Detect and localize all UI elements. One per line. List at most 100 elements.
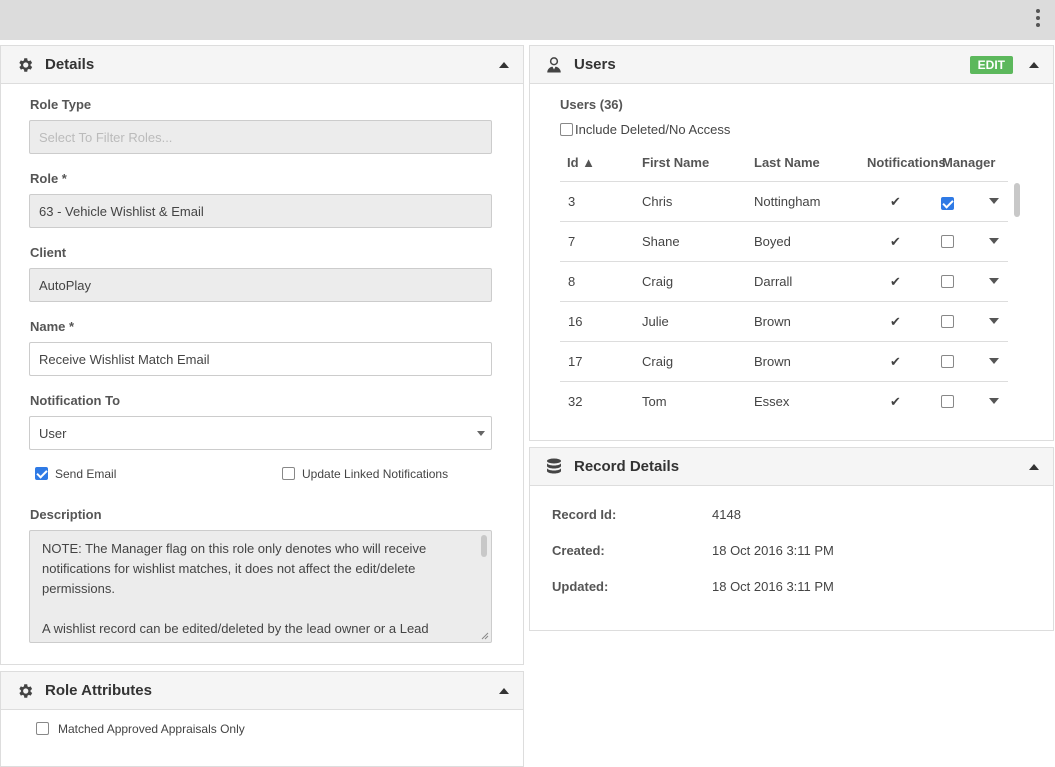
table-row[interactable]: 8 Craig Darrall ✔ xyxy=(560,261,1008,301)
user-first-name-cell: Craig xyxy=(642,354,674,369)
update-linked-checkbox[interactable] xyxy=(282,467,295,480)
user-id-cell: 16 xyxy=(568,314,583,329)
table-row[interactable]: 32 Tom Essex ✔ xyxy=(560,381,1008,410)
manager-checkbox[interactable] xyxy=(941,235,954,248)
details-panel-header[interactable]: Details xyxy=(1,46,523,84)
description-textarea[interactable]: NOTE: The Manager flag on this role only… xyxy=(29,530,492,643)
include-deleted-checkbox[interactable] xyxy=(560,123,573,136)
users-title: Users xyxy=(574,56,616,73)
notification-to-label: Notification To xyxy=(30,393,121,408)
user-last-name-cell: Nottingham xyxy=(754,194,821,209)
manager-checkbox[interactable] xyxy=(941,395,954,408)
scrollbar[interactable] xyxy=(1014,183,1020,217)
role-type-label: Role Type xyxy=(30,97,92,112)
user-id-cell: 3 xyxy=(568,194,576,209)
created-label: Created: xyxy=(552,543,605,558)
table-row[interactable]: 7 Shane Boyed ✔ xyxy=(560,221,1008,261)
user-id-cell: 17 xyxy=(568,354,583,369)
chevron-down-icon[interactable] xyxy=(989,318,999,324)
chevron-down-icon[interactable] xyxy=(989,358,999,364)
table-row[interactable]: 16 Julie Brown ✔ xyxy=(560,301,1008,341)
column-header-manager[interactable]: Manager xyxy=(942,155,995,170)
edit-button[interactable]: EDIT xyxy=(969,56,1013,74)
description-paragraph: NOTE: The Manager flag on this role only… xyxy=(42,541,427,596)
checkmark-icon: ✔ xyxy=(890,354,901,369)
checkmark-icon: ✔ xyxy=(890,394,901,409)
chevron-down-icon xyxy=(477,431,485,436)
user-first-name-cell: Tom xyxy=(642,394,667,409)
collapse-icon[interactable] xyxy=(499,688,509,694)
collapse-icon[interactable] xyxy=(499,62,509,68)
column-header-first-name[interactable]: First Name xyxy=(642,155,709,170)
record-details-panel: Record Details xyxy=(529,447,1054,631)
column-header-id[interactable]: Id ▲ xyxy=(567,155,595,170)
notification-to-select[interactable]: User xyxy=(29,416,492,450)
created-value: 18 Oct 2016 3:11 PM xyxy=(712,543,834,558)
chevron-down-icon[interactable] xyxy=(989,398,999,404)
role-attributes-title: Role Attributes xyxy=(45,682,152,699)
chevron-down-icon[interactable] xyxy=(989,198,999,204)
user-first-name-cell: Craig xyxy=(642,274,674,289)
manager-checkbox[interactable] xyxy=(941,197,954,211)
user-id-cell: 7 xyxy=(568,234,576,249)
notification-to-value: User xyxy=(39,425,67,441)
name-label: Name * xyxy=(30,319,75,334)
resize-handle-icon[interactable] xyxy=(481,632,489,640)
role-label: Role * xyxy=(30,171,67,186)
client-input[interactable]: AutoPlay xyxy=(29,268,492,302)
checkmark-icon: ✔ xyxy=(890,274,901,289)
table-row[interactable]: 3 Chris Nottingham ✔ xyxy=(560,181,1008,221)
gear-icon xyxy=(15,681,35,701)
update-linked-label: Update Linked Notifications xyxy=(302,467,449,481)
description-paragraph: A wishlist record can be edited/deleted … xyxy=(42,621,429,642)
record-details-header[interactable]: Record Details xyxy=(530,448,1053,486)
users-table-body: 3 Chris Nottingham ✔ 7 Shane Boyed ✔ 8 Craig Darra… xyxy=(560,181,1023,410)
matched-approved-checkbox[interactable] xyxy=(36,722,49,735)
scrollbar[interactable] xyxy=(481,535,487,557)
manager-checkbox[interactable] xyxy=(941,275,954,288)
updated-value: 18 Oct 2016 3:11 PM xyxy=(712,579,834,594)
database-icon xyxy=(544,457,564,477)
manager-checkbox[interactable] xyxy=(941,315,954,328)
chevron-down-icon[interactable] xyxy=(989,238,999,244)
collapse-icon[interactable] xyxy=(1029,62,1039,68)
role-attributes-header[interactable]: Role Attributes xyxy=(1,672,523,710)
column-header-notifications[interactable]: Notifications xyxy=(867,155,946,170)
top-bar xyxy=(0,0,1055,40)
collapse-icon[interactable] xyxy=(1029,464,1039,470)
user-last-name-cell: Boyed xyxy=(754,234,791,249)
users-count: Users (36) xyxy=(560,97,623,112)
role-attributes-panel: Role Attributes xyxy=(0,671,524,767)
client-label: Client xyxy=(30,245,67,260)
user-id-cell: 32 xyxy=(568,394,583,409)
include-deleted-label: Include Deleted/No Access xyxy=(575,122,731,137)
details-title: Details xyxy=(45,56,95,73)
updated-label: Updated: xyxy=(552,579,609,594)
name-input[interactable]: Receive Wishlist Match Email xyxy=(29,342,492,376)
record-id-label: Record Id: xyxy=(552,507,617,522)
record-id-value: 4148 xyxy=(712,507,741,522)
user-last-name-cell: Brown xyxy=(754,314,791,329)
checkmark-icon: ✔ xyxy=(890,234,901,249)
role-type-input[interactable]: Select To Filter Roles... xyxy=(29,120,492,154)
table-row[interactable]: 17 Craig Brown ✔ xyxy=(560,341,1008,381)
user-first-name-cell: Julie xyxy=(642,314,669,329)
send-email-label: Send Email xyxy=(55,467,117,481)
user-last-name-cell: Brown xyxy=(754,354,791,369)
user-icon xyxy=(544,55,564,75)
user-first-name-cell: Chris xyxy=(642,194,673,209)
user-last-name-cell: Essex xyxy=(754,394,790,409)
matched-approved-label: Matched Approved Appraisals Only xyxy=(58,722,245,736)
column-header-last-name[interactable]: Last Name xyxy=(754,155,820,170)
description-label: Description xyxy=(30,507,102,522)
role-input[interactable]: 63 - Vehicle Wishlist & Email xyxy=(29,194,492,228)
checkmark-icon: ✔ xyxy=(890,194,901,209)
more-options-icon[interactable] xyxy=(1035,9,1041,31)
users-panel-header[interactable]: Users EDIT xyxy=(530,46,1053,84)
record-details-title: Record Details xyxy=(574,458,680,475)
user-first-name-cell: Shane xyxy=(642,234,680,249)
chevron-down-icon[interactable] xyxy=(989,278,999,284)
send-email-checkbox[interactable] xyxy=(35,467,48,480)
user-last-name-cell: Darrall xyxy=(754,274,793,289)
manager-checkbox[interactable] xyxy=(941,355,954,368)
